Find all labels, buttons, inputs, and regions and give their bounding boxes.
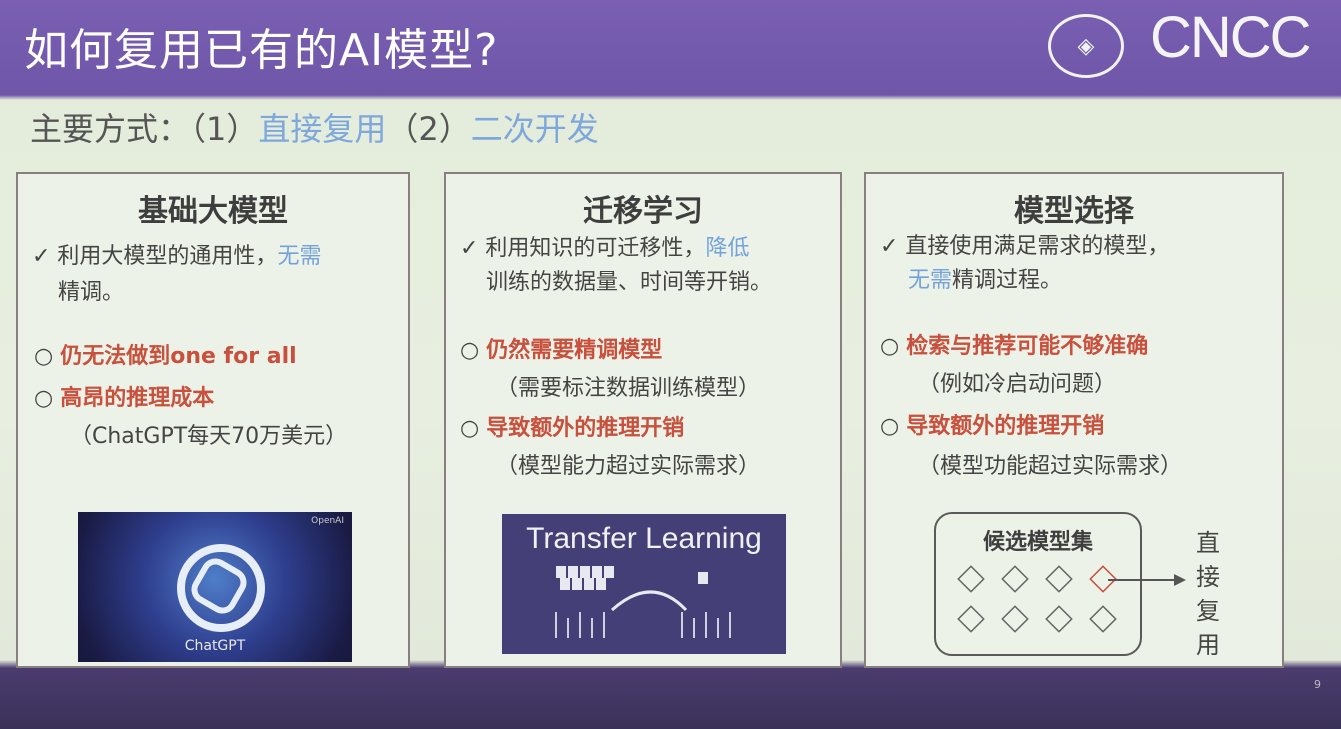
subtitle-option-1: 直接复用 [258,110,387,148]
check-highlight: 降低 [705,236,750,261]
bullet-text: 导致额外的推理开销 [486,416,685,441]
bullet-circle-icon: ○ [34,386,54,411]
bullet-item: ○ 导致额外的推理开销 [460,412,684,446]
card-transfer-learning: 迁移学习 ✓ 利用知识的可迁移性，降低 训练的数据量、时间等开销。 ○ 仍然需要… [444,172,842,668]
check-highlight: 无需 [908,268,953,293]
chatgpt-caption: ChatGPT [184,638,246,654]
card-title: 基础大模型 [138,194,288,229]
bullet-item: ○ 检索与推荐可能不够准确 [880,330,1148,364]
slide: 如何复用已有的AI模型? ◈ CNCC 主要方式：（1）直接复用（2）二次开发 … [0,0,1341,729]
check-line: ✓ 直接使用满足需求的模型， [880,234,1170,259]
card-model-selection: 模型选择 ✓ 直接使用满足需求的模型， 无需精调过程。 ○ 检索与推荐可能不够准… [864,172,1284,668]
page-number: 9 [1314,678,1321,691]
bullet-note: （模型功能超过实际需求） [918,454,1183,479]
subtitle-prefix: 主要方式：（1） [30,110,259,148]
model-cube-icon [957,605,985,633]
chatgpt-image: OpenAI ChatGPT [78,512,352,662]
model-cube-icon [1045,565,1073,593]
transfer-learning-image: Transfer Learning [502,514,786,654]
model-cube-icon [957,565,985,593]
bullet-circle-icon: ○ [460,338,480,363]
bullet-text: 高昂的推理成本 [60,386,215,411]
bullet-note: （需要标注数据训练模型） [496,376,761,401]
bullet-note: （ChatGPT每天70万美元） [70,424,348,449]
check-text-cont: 精调。 [58,280,125,305]
direct-reuse-char: 接 [1196,563,1220,591]
openai-label: OpenAI [311,516,344,526]
bullet-item: ○ 高昂的推理成本 [34,382,214,416]
direct-reuse-char: 直 [1196,529,1220,557]
bullet-text: 导致额外的推理开销 [906,414,1105,439]
check-line: ✓ 利用大模型的通用性，无需 [32,240,321,274]
bullet-circle-icon: ○ [460,416,480,441]
bullet-circle-icon: ○ [34,344,54,369]
bullet-note: （模型能力超过实际需求） [496,454,761,479]
subtitle-mid: （2） [386,110,471,148]
check-line: ✓ 利用知识的可迁移性，降低 [460,232,749,266]
openai-logo-icon [177,544,265,632]
candidate-set-label: 候选模型集 [982,530,1093,555]
card-title: 模型选择 [1014,194,1134,229]
check-text: ✓ 利用知识的可迁移性， [460,236,706,261]
card-title: 迁移学习 [583,194,703,229]
bullet-circle-icon: ○ [880,414,900,439]
direct-reuse-char: 用 [1196,631,1220,659]
subtitle: 主要方式：（1）直接复用（2）二次开发 [30,104,599,150]
check-text: ✓ 利用大模型的通用性， [32,244,278,269]
slide-title: 如何复用已有的AI模型? [24,25,499,76]
transfer-arrow-icon [555,566,731,638]
bullet-item: ○ 仍然需要精调模型 [460,334,662,368]
arrow-right-icon [1108,574,1186,586]
check-text: 精调过程。 [952,268,1063,293]
check-text-cont: 训练的数据量、时间等开销。 [486,270,773,295]
check-line-cont: 无需精调过程。 [908,264,1062,298]
bullet-circle-icon: ○ [880,334,900,359]
model-cube-icon [1001,565,1029,593]
bullet-item: ○ 仍无法做到one for all [34,340,297,374]
model-cube-icon [1001,605,1029,633]
subtitle-option-2: 二次开发 [470,110,599,148]
bullet-item: ○ 导致额外的推理开销 [880,410,1104,444]
card-foundation-model: 基础大模型 ✓ 利用大模型的通用性，无需 精调。 ○ 仍无法做到one for … [16,172,410,668]
bullet-text: 仍无法做到one for all [60,344,297,369]
bullet-text: 检索与推荐可能不够准确 [906,334,1149,359]
bullet-note: （例如冷启动问题） [918,372,1117,397]
model-cube-icon [1045,605,1073,633]
bullet-text: 仍然需要精调模型 [486,338,663,363]
ccf-seal-logo-icon: ◈ [1048,14,1124,78]
cncc-logo: CNCC [1150,5,1312,70]
check-highlight: 无需 [277,244,322,269]
direct-reuse-label: 直 接 复 用 [1194,526,1222,662]
direct-reuse-char: 复 [1196,597,1220,625]
model-cube-icon [1089,605,1117,633]
